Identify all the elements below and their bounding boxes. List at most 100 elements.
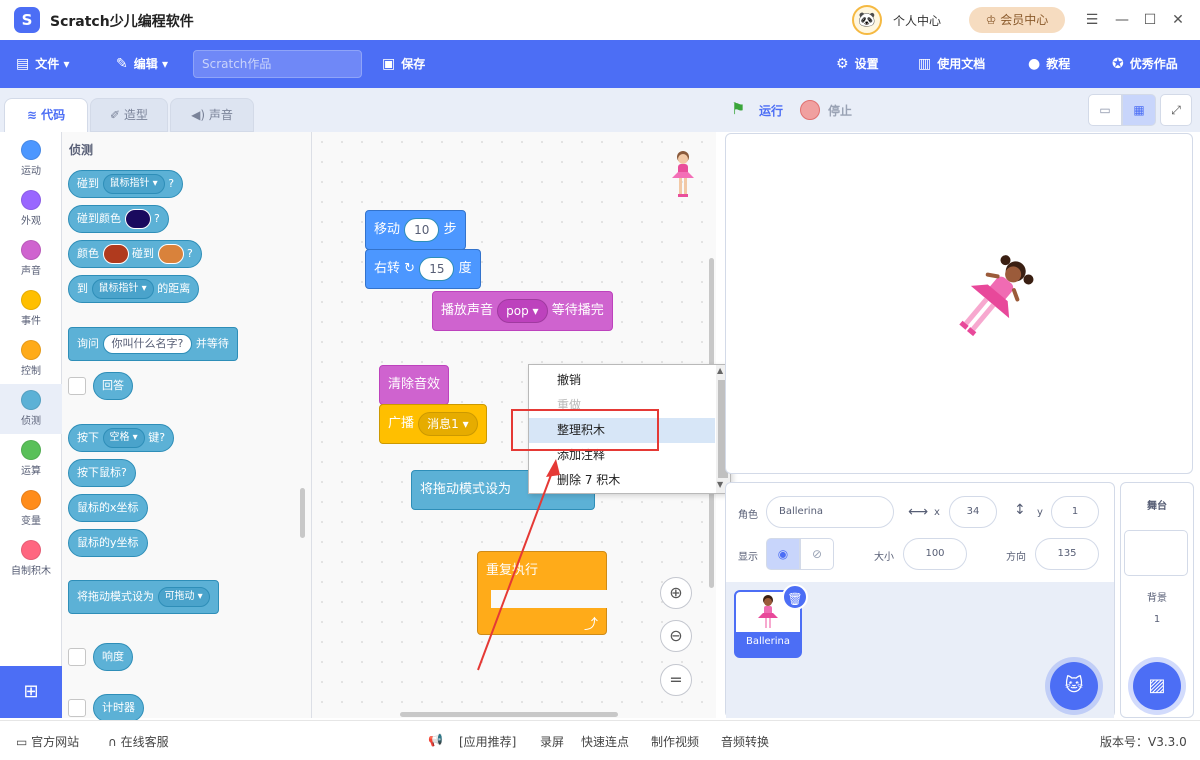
message-dropdown[interactable]: 消息1 ▾ — [418, 411, 478, 436]
set-drag-mode-block[interactable]: 将拖动模式设为 可拖动 ▾ — [68, 580, 219, 614]
menu-icon[interactable]: ☰ — [1082, 10, 1102, 30]
color-touching-color-block[interactable]: 颜色 碰到 ? — [68, 240, 202, 268]
key-pressed-block[interactable]: 按下 空格 ▾ 键? — [68, 424, 175, 452]
hide-sprite-button[interactable]: ⊘ — [800, 538, 834, 570]
x-input[interactable]: 34 — [949, 496, 997, 528]
touching-target-dropdown[interactable]: 鼠标指针 ▾ — [102, 174, 165, 194]
backdrops-count: 1 — [1153, 614, 1161, 625]
fullscreen-button[interactable]: ⤢ — [1160, 94, 1192, 126]
large-stage-button[interactable]: ▦ — [1122, 94, 1156, 126]
stop-icon[interactable] — [800, 100, 820, 120]
run-label[interactable]: 运行 — [759, 102, 783, 119]
file-menu[interactable]: ▤ 文件 ▾ — [16, 40, 69, 88]
website-link[interactable]: ▭ 官方网站 — [16, 733, 79, 750]
category-item[interactable]: 运动 — [0, 134, 62, 184]
add-sprite-button[interactable]: 🐱 — [1050, 662, 1098, 710]
move-steps-block[interactable]: 移动 10 步 — [365, 210, 466, 250]
version-label: 版本号：V3.3.0 — [1100, 735, 1187, 749]
mouse-down-block[interactable]: 按下鼠标? — [68, 459, 136, 487]
settings-button[interactable]: ⚙ 设置 — [836, 40, 879, 88]
category-item[interactable]: 侦测 — [0, 384, 62, 434]
loudness-block[interactable]: 响度 — [93, 643, 133, 671]
mouse-y-block[interactable]: 鼠标的y坐标 — [68, 529, 148, 557]
ballerina-sprite[interactable] — [935, 250, 1045, 355]
record-link[interactable]: 录屏 — [540, 733, 564, 750]
ask-and-wait-block[interactable]: 询问 你叫什么名字? 并等待 — [68, 327, 238, 361]
direction-input[interactable]: 135 — [1035, 538, 1099, 570]
category-item[interactable]: 外观 — [0, 184, 62, 234]
broadcast-block[interactable]: 广播 消息1 ▾ — [379, 404, 487, 444]
green-flag-icon[interactable]: ⚑ — [731, 99, 745, 118]
play-sound-until-done-block[interactable]: 播放声音 pop ▾ 等待播完 — [432, 291, 613, 331]
user-avatar-icon[interactable]: 🐼 — [852, 5, 882, 35]
tab-sounds[interactable]: ◀) 声音 — [170, 98, 254, 132]
support-link[interactable]: ∩ 在线客服 — [108, 733, 169, 750]
turn-degrees-input[interactable]: 15 — [419, 256, 455, 281]
backdrop-thumbnail[interactable] — [1124, 530, 1188, 576]
touching-block[interactable]: 碰到 鼠标指针 ▾ ? — [68, 170, 184, 198]
docs-button[interactable]: ▥ 使用文档 — [918, 40, 985, 88]
answer-checkbox[interactable] — [68, 377, 86, 395]
size-input[interactable]: 100 — [903, 538, 967, 570]
delete-sprite-button[interactable]: 🗑 — [782, 584, 808, 610]
tab-costumes[interactable]: ✐ 造型 — [90, 98, 168, 132]
scroll-up-icon[interactable]: ▲ — [717, 366, 723, 375]
category-item[interactable]: 变量 — [0, 484, 62, 534]
y-input[interactable]: 1 — [1051, 496, 1099, 528]
turn-right-block[interactable]: 右转 ↻ 15 度 — [365, 249, 481, 289]
ask-text-input[interactable]: 你叫什么名字? — [102, 334, 193, 354]
show-sprite-button[interactable]: ◉ — [766, 538, 800, 570]
color-swatch[interactable] — [157, 244, 184, 264]
save-button[interactable]: ▣ 保存 — [382, 40, 425, 88]
key-dropdown[interactable]: 空格 ▾ — [102, 428, 145, 448]
project-title-input[interactable] — [193, 50, 362, 78]
sound-dropdown[interactable]: pop ▾ — [497, 298, 548, 323]
quick-connect-link[interactable]: 快速连点 — [581, 733, 629, 750]
add-backdrop-button[interactable]: ▨ — [1133, 662, 1181, 710]
drag-mode-dropdown[interactable]: 可拖动 ▾ — [157, 587, 210, 607]
zoom-in-button[interactable]: ⊕ — [660, 577, 692, 609]
tab-code[interactable]: ≋ 代码 — [4, 98, 88, 132]
category-item[interactable]: 控制 — [0, 334, 62, 384]
showcase-button[interactable]: ✪ 优秀作品 — [1112, 40, 1178, 88]
audio-convert-link[interactable]: 音频转换 — [721, 733, 769, 750]
timer-checkbox[interactable] — [68, 699, 86, 717]
script-hscrollbar[interactable] — [400, 712, 618, 717]
stop-label[interactable]: 停止 — [828, 102, 852, 119]
user-center-link[interactable]: 个人中心 — [893, 12, 941, 29]
context-undo[interactable]: 撤销 — [529, 368, 715, 393]
color-swatch[interactable] — [124, 209, 151, 229]
add-extension-button[interactable]: ⊞ — [0, 666, 62, 718]
sprite-name-input[interactable]: Ballerina — [766, 496, 894, 528]
color-swatch[interactable] — [102, 244, 129, 264]
scroll-down-icon[interactable]: ▼ — [717, 480, 723, 489]
close-icon[interactable]: ✕ — [1168, 10, 1188, 30]
mouse-x-block[interactable]: 鼠标的x坐标 — [68, 494, 148, 522]
touching-color-block[interactable]: 碰到颜色 ? — [68, 205, 169, 233]
zoom-reset-button[interactable]: = — [660, 664, 692, 696]
tutorial-button[interactable]: ● 教程 — [1028, 40, 1070, 88]
small-stage-button[interactable]: ▭ — [1088, 94, 1122, 126]
category-item[interactable]: 运算 — [0, 434, 62, 484]
maximize-icon[interactable]: ☐ — [1140, 10, 1160, 30]
distance-to-block[interactable]: 到 鼠标指针 ▾ 的距离 — [68, 275, 200, 303]
timer-block[interactable]: 计时器 — [93, 694, 144, 722]
answer-block[interactable]: 回答 — [93, 372, 133, 400]
website-label: 官方网站 — [31, 735, 80, 749]
category-item[interactable]: 声音 — [0, 234, 62, 284]
save-label: 保存 — [401, 57, 426, 71]
loudness-checkbox[interactable] — [68, 648, 86, 666]
category-label: 变量 — [21, 516, 41, 527]
distance-target-dropdown[interactable]: 鼠标指针 ▾ — [91, 279, 154, 299]
category-item[interactable]: 自制积木 — [0, 534, 62, 584]
clear-sound-effects-block[interactable]: 清除音效 — [379, 365, 450, 405]
palette-scrollbar[interactable] — [300, 488, 305, 538]
minimize-icon[interactable]: — — [1112, 10, 1132, 30]
edit-menu[interactable]: ✎ 编辑 ▾ — [116, 40, 168, 88]
make-video-link[interactable]: 制作视频 — [651, 733, 699, 750]
category-item[interactable]: 事件 — [0, 284, 62, 334]
zoom-out-button[interactable]: ⊖ — [660, 620, 692, 652]
category-dot-icon — [21, 390, 41, 410]
move-steps-input[interactable]: 10 — [404, 217, 440, 242]
vip-center-button[interactable]: ♔ 会员中心 — [969, 7, 1065, 33]
